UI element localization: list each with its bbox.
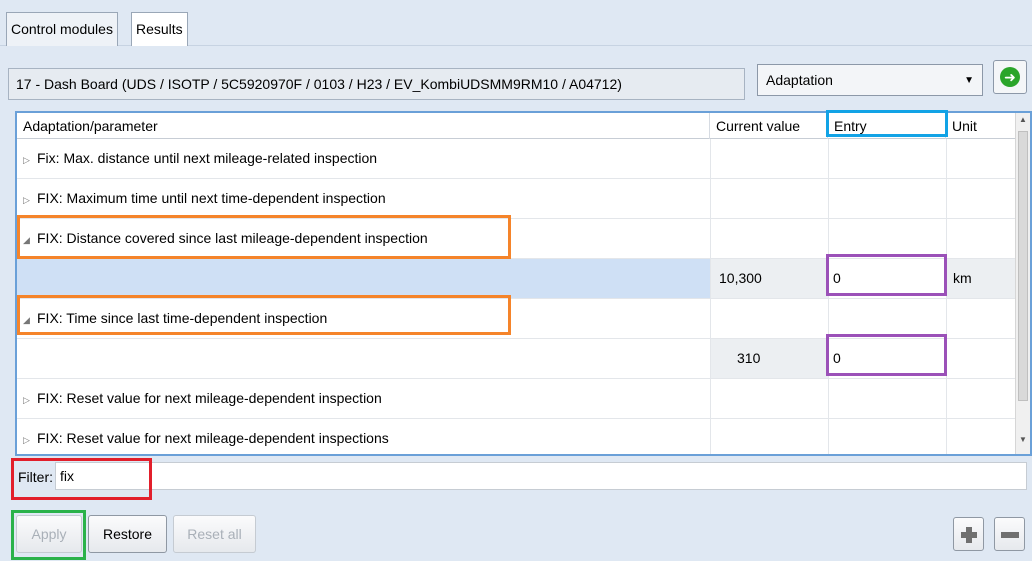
- vertical-scrollbar[interactable]: ▲ ▼: [1015, 113, 1030, 454]
- expand-triangle-icon[interactable]: ▷: [23, 181, 37, 219]
- table-row[interactable]: ▷ FIX: Maximum time until next time-depen…: [17, 179, 1015, 219]
- unit-cell: [946, 339, 1015, 378]
- tab-results[interactable]: Results: [131, 12, 188, 46]
- row-label: ▷ Fix: Max. distance until next mileage-r…: [23, 139, 377, 179]
- unit-cell: [946, 299, 1015, 338]
- table-row-value[interactable]: 10,300 0 km: [17, 259, 1015, 299]
- row-label: ▷ FIX: Maximum time until next time-depen…: [23, 179, 386, 219]
- row-label: ▷ FIX: Reset value for next mileage-depen…: [23, 419, 389, 454]
- entry-cell: [828, 139, 946, 178]
- reset-all-button[interactable]: Reset all: [173, 515, 256, 553]
- chevron-down-icon: ▼: [964, 75, 974, 86]
- table-row[interactable]: ▷ Fix: Max. distance until next mileage-r…: [17, 139, 1015, 179]
- plus-icon-vertical: [966, 527, 972, 543]
- table-row[interactable]: ◢ FIX: Time since last time-dependent ins…: [17, 299, 1015, 339]
- collapse-triangle-icon[interactable]: ◢: [23, 301, 37, 339]
- entry-cell: [828, 419, 946, 454]
- go-button[interactable]: ➜: [993, 60, 1027, 94]
- table-row-value[interactable]: 310 0: [17, 339, 1015, 379]
- table-row[interactable]: ◢ FIX: Distance covered since last mileag…: [17, 219, 1015, 259]
- current-value-cell: [710, 379, 828, 418]
- entry-input[interactable]: 0: [828, 339, 946, 378]
- row-label: ◢ FIX: Time since last time-dependent ins…: [23, 299, 327, 339]
- table-header: Adaptation/parameter Current value Entry…: [17, 113, 1015, 139]
- current-value-cell: [710, 219, 828, 258]
- unit-cell: km: [946, 259, 1015, 298]
- current-value-cell: [710, 299, 828, 338]
- current-value-cell: 10,300: [710, 259, 828, 298]
- restore-button[interactable]: Restore: [88, 515, 167, 553]
- unit-cell: [946, 379, 1015, 418]
- filter-label: Filter:: [18, 469, 53, 485]
- current-value-cell: 310: [710, 339, 828, 378]
- minus-icon: [1001, 532, 1019, 538]
- current-value-cell: [710, 179, 828, 218]
- entry-cell: [828, 179, 946, 218]
- row-label: ◢ FIX: Distance covered since last mileag…: [23, 219, 428, 259]
- scrollbar-thumb[interactable]: [1018, 131, 1028, 401]
- apply-button[interactable]: Apply: [16, 515, 82, 553]
- unit-cell: [946, 419, 1015, 454]
- table-row[interactable]: ▷ FIX: Reset value for next mileage-depen…: [17, 419, 1015, 454]
- column-header-current-value[interactable]: Current value: [710, 113, 828, 139]
- unit-cell: [946, 139, 1015, 178]
- column-header-entry[interactable]: Entry: [828, 113, 946, 139]
- unit-cell: [946, 179, 1015, 218]
- row-label: ▷ FIX: Reset value for next mileage-depen…: [23, 379, 382, 419]
- column-header-unit[interactable]: Unit: [946, 113, 1015, 139]
- entry-cell: [828, 219, 946, 258]
- unit-cell: [946, 219, 1015, 258]
- tab-control-modules[interactable]: Control modules: [6, 12, 118, 46]
- filter-input[interactable]: fix: [55, 462, 1027, 490]
- tab-bar: Control modules Results: [0, 0, 1032, 46]
- mode-dropdown-value: Adaptation: [766, 72, 833, 88]
- current-value-cell: [710, 139, 828, 178]
- scroll-up-icon[interactable]: ▲: [1019, 115, 1027, 124]
- table-row[interactable]: ▷ FIX: Reset value for next mileage-depen…: [17, 379, 1015, 419]
- entry-cell: [828, 299, 946, 338]
- module-description: 17 - Dash Board (UDS / ISOTP / 5C5920970…: [8, 68, 745, 100]
- expand-triangle-icon[interactable]: ▷: [23, 381, 37, 419]
- entry-input[interactable]: 0: [828, 259, 946, 298]
- expand-triangle-icon[interactable]: ▷: [23, 141, 37, 179]
- adaptation-table: Adaptation/parameter Current value Entry…: [15, 111, 1032, 456]
- current-value-cell: [710, 419, 828, 454]
- expand-triangle-icon[interactable]: ▷: [23, 421, 37, 454]
- scroll-down-icon[interactable]: ▼: [1019, 435, 1027, 444]
- collapse-triangle-icon[interactable]: ◢: [23, 221, 37, 259]
- add-button[interactable]: [953, 517, 984, 551]
- entry-cell: [828, 379, 946, 418]
- column-header-parameter[interactable]: Adaptation/parameter: [17, 113, 710, 139]
- remove-button[interactable]: [994, 517, 1025, 551]
- mode-dropdown[interactable]: Adaptation ▼: [757, 64, 983, 96]
- go-arrow-icon: ➜: [1000, 67, 1020, 87]
